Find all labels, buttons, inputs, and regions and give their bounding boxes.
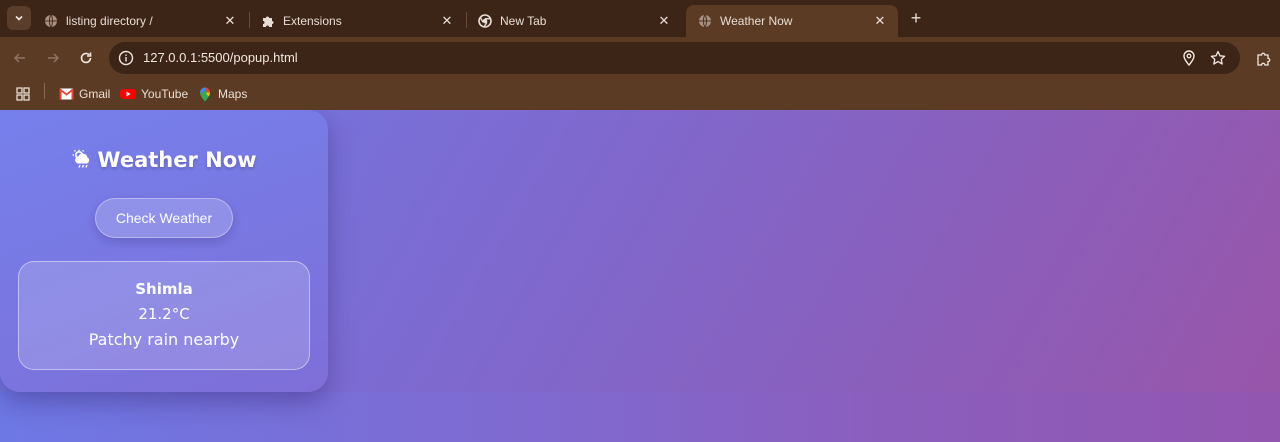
address-bar[interactable]: 127.0.0.1:5500/popup.html: [109, 42, 1240, 74]
gmail-icon: [58, 87, 74, 101]
toolbar: 127.0.0.1:5500/popup.html: [0, 37, 1280, 79]
weather-condition: Patchy rain nearby: [88, 330, 240, 349]
chevron-down-icon: [15, 15, 23, 21]
site-info-icon[interactable]: [117, 49, 135, 67]
globe-icon: [44, 14, 58, 28]
plus-icon: +: [910, 7, 922, 28]
location-icon[interactable]: [1180, 49, 1198, 67]
maps-icon: [197, 87, 213, 101]
page-viewport: Weather Now Check Weather Shimla 21.2°C …: [0, 110, 1280, 442]
tab-title: Extensions: [283, 14, 342, 28]
bookmark-maps[interactable]: Maps: [197, 84, 247, 104]
chrome-icon: [478, 14, 492, 28]
arrow-left-icon: [13, 53, 25, 63]
tab-title: New Tab: [500, 14, 547, 28]
tab-search-button[interactable]: [7, 6, 31, 30]
bookmark-youtube[interactable]: YouTube: [120, 84, 188, 104]
tab-weather-now[interactable]: Weather Now ✕: [686, 5, 898, 37]
reload-button[interactable]: [74, 46, 98, 70]
star-icon[interactable]: [1209, 49, 1227, 67]
close-icon[interactable]: ✕: [872, 13, 888, 29]
popup-title: Weather Now: [0, 148, 328, 172]
cloud-sun-rain-icon: [73, 149, 90, 168]
tab-new-tab[interactable]: New Tab ✕: [466, 5, 682, 37]
youtube-icon: [120, 87, 136, 101]
apps-grid-icon: [16, 87, 30, 101]
temperature-value: 21.2°C: [138, 305, 190, 323]
tab-listing-directory[interactable]: listing directory / ✕: [32, 5, 248, 37]
page-lower-band: [0, 392, 1280, 442]
tab-strip: listing directory / ✕ Extensions ✕ New T…: [0, 0, 1280, 37]
tab-extensions[interactable]: Extensions ✕: [249, 5, 465, 37]
puzzle-icon: [1257, 52, 1271, 66]
tab-title: Weather Now: [720, 14, 793, 28]
bookmark-label: YouTube: [141, 87, 189, 101]
puzzle-icon: [261, 14, 275, 28]
forward-button[interactable]: [41, 46, 65, 70]
back-button[interactable]: [8, 46, 32, 70]
bookmark-label: Maps: [218, 87, 248, 101]
new-tab-button[interactable]: +: [905, 7, 927, 29]
bookmark-label: Gmail: [79, 87, 111, 101]
city-name: Shimla: [135, 280, 193, 298]
globe-icon: [698, 14, 712, 28]
close-icon[interactable]: ✕: [439, 13, 455, 29]
apps-button[interactable]: [16, 84, 30, 104]
check-weather-button[interactable]: Check Weather: [95, 198, 233, 238]
bookmark-gmail[interactable]: Gmail: [58, 84, 110, 104]
weather-result-panel: Shimla 21.2°C Patchy rain nearby: [18, 261, 310, 370]
bookmarks-bar: Gmail YouTube Maps: [0, 79, 1280, 110]
close-icon[interactable]: ✕: [222, 13, 238, 29]
extensions-button[interactable]: [1252, 46, 1276, 70]
weather-popup-card: Weather Now Check Weather Shimla 21.2°C …: [0, 110, 328, 392]
url-text: 127.0.0.1:5500/popup.html: [143, 50, 298, 65]
bookmarks-divider: [44, 83, 45, 99]
arrow-right-icon: [48, 53, 60, 63]
tab-title: listing directory /: [66, 14, 153, 28]
close-icon[interactable]: ✕: [656, 13, 672, 29]
reload-icon: [80, 52, 92, 64]
popup-title-text: Weather Now: [97, 148, 257, 172]
